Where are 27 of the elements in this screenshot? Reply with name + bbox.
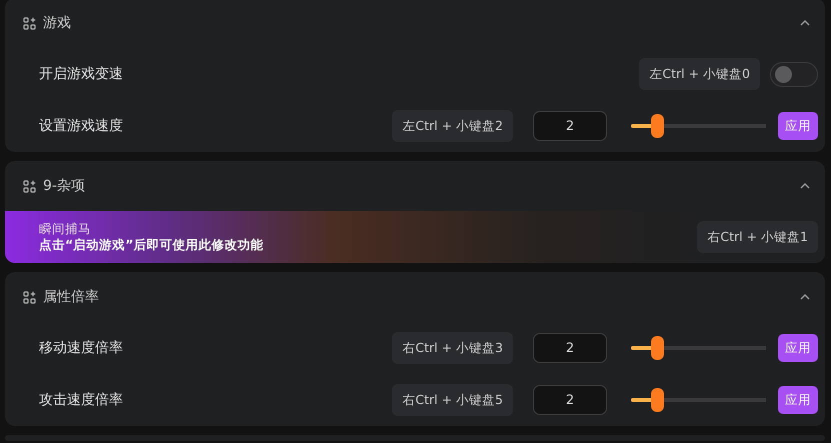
toggle-switch[interactable] [770,62,818,86]
apply-button[interactable]: 应用 [778,386,818,414]
value-field[interactable]: 2 [533,111,607,141]
setting-label: 攻击速度倍率 [39,390,123,410]
setting-label: 移动速度倍率 [39,338,123,358]
grid-icon [23,16,36,30]
section-title: 属性倍率 [43,288,99,306]
slider-thumb[interactable] [650,114,664,138]
hotkey-chip: 右Ctrl + 小键盘3 [392,332,513,364]
value-field[interactable]: 2 [533,385,607,415]
grid-icon [23,180,36,192]
hotkey-chip: 左Ctrl + 小键盘2 [392,110,513,142]
apply-button[interactable]: 应用 [778,334,818,362]
setting-label: 开启游戏变速 [39,64,123,84]
banner-message: 点击“启动游戏”后即可使用此修改功能 [39,237,264,253]
hotkey-chip: 右Ctrl + 小键盘5 [392,384,513,416]
hotkey-chip: 右Ctrl + 小键盘1 [697,221,818,253]
section-title: 游戏 [43,14,71,32]
setting-label: 设置游戏速度 [39,116,123,136]
apply-button[interactable]: 应用 [778,112,818,140]
banner-title: 瞬间捕马 [39,221,92,237]
slider-thumb[interactable] [650,336,664,360]
grid-icon [23,290,36,304]
value-field[interactable]: 2 [533,333,607,363]
hotkey-chip: 左Ctrl + 小键盘0 [639,58,760,90]
section-title: 9-杂项 [43,176,85,196]
slider-thumb[interactable] [650,388,664,412]
